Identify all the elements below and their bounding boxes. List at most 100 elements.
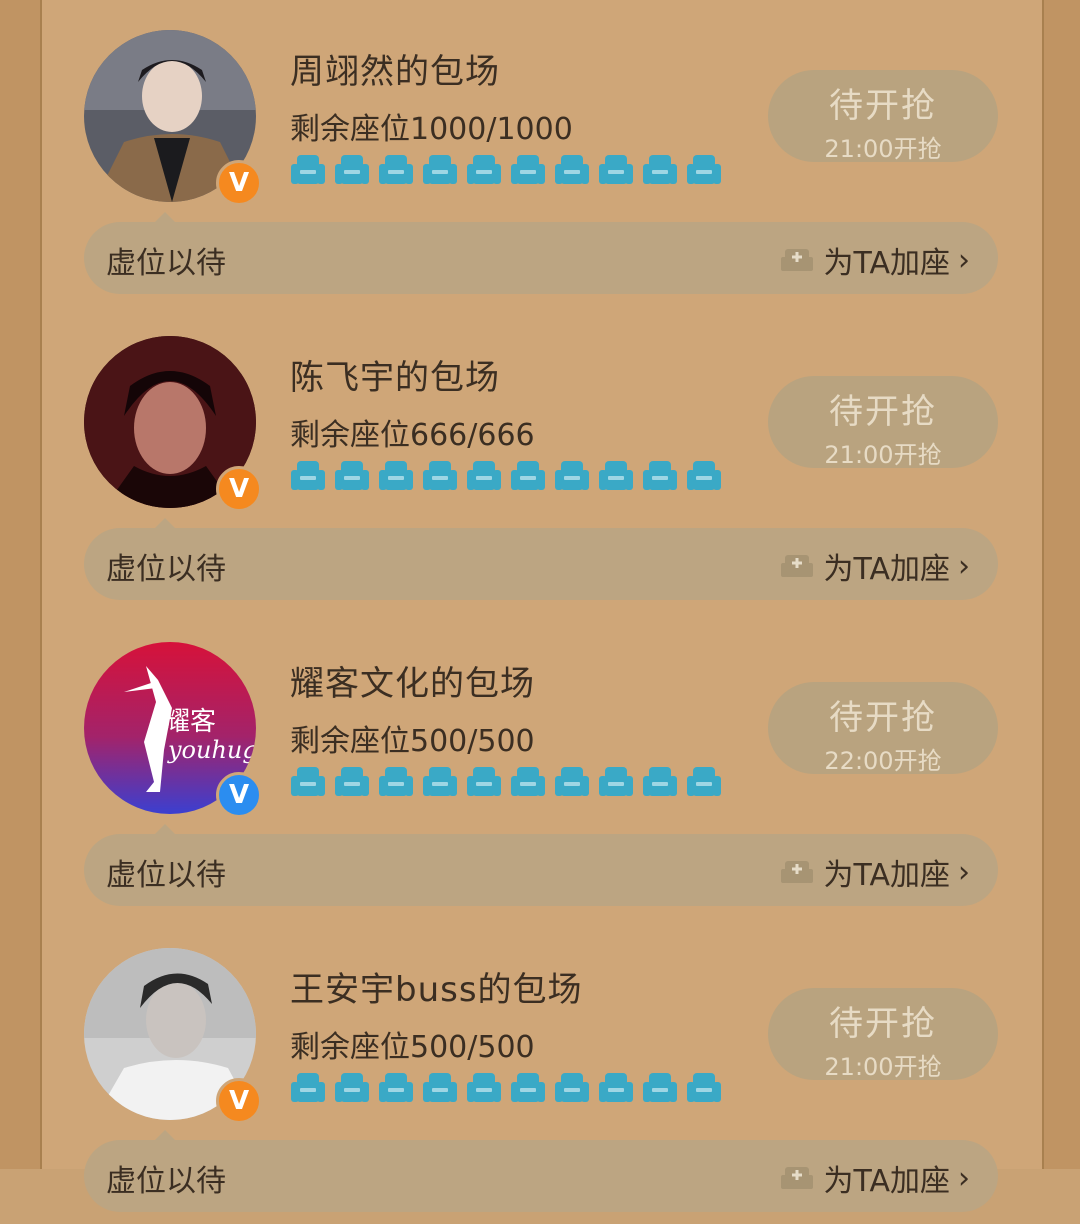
verified-v-icon: V [216, 772, 262, 818]
armchair-icon [335, 767, 369, 796]
armchair-icon [335, 1073, 369, 1102]
remaining-seats: 剩余座位1000/1000 [290, 112, 573, 147]
add-seat-label: 为TA加座 [823, 246, 950, 281]
grab-button[interactable]: 待开抢 21:00开抢 [768, 70, 998, 163]
armchair-icon [467, 461, 501, 490]
grab-button-label: 待开抢 [829, 392, 937, 432]
armchair-icon [291, 767, 325, 796]
armchair-icon [687, 461, 721, 490]
armchair-icon [555, 461, 589, 490]
grab-time: 21:00开抢 [824, 441, 942, 469]
armchair-icon [643, 461, 677, 490]
verified-v-icon: V [216, 1078, 262, 1124]
booking-card[interactable]: V 周翊然的包场 剩余座位1000/1000 待开抢 21:00开抢 虚位以待 … [42, 0, 1042, 306]
bar-left-text: 虚位以待 [106, 246, 226, 281]
armchair-icon [291, 1073, 325, 1102]
armchair-icon [423, 767, 457, 796]
armchair-icon [687, 1073, 721, 1102]
add-seat-bar[interactable]: 虚位以待 为TA加座 › [84, 834, 998, 906]
remaining-seats: 剩余座位500/500 [290, 724, 535, 759]
armchair-icon [687, 155, 721, 184]
add-seat-link[interactable]: 为TA加座 › [779, 544, 970, 588]
bar-left-text: 虚位以待 [106, 552, 226, 587]
remaining-seats: 剩余座位500/500 [290, 1030, 535, 1065]
chevron-right-icon: › [958, 548, 970, 584]
booking-card[interactable]: V 陈飞宇的包场 剩余座位666/666 待开抢 21:00开抢 虚位以待 为T… [42, 306, 1042, 612]
armchair-icon [467, 767, 501, 796]
add-seat-link[interactable]: 为TA加座 › [779, 238, 970, 282]
grab-button-label: 待开抢 [829, 698, 937, 738]
armchair-icon [599, 1073, 633, 1102]
add-seat-icon [781, 249, 814, 271]
card-title: 周翊然的包场 [290, 52, 500, 92]
armchair-icon [555, 1073, 589, 1102]
armchair-icon [511, 767, 545, 796]
card-title: 陈飞宇的包场 [290, 358, 500, 398]
armchair-icon [555, 155, 589, 184]
add-seat-bar[interactable]: 虚位以待 为TA加座 › [84, 1140, 998, 1212]
left-frame [0, 0, 42, 1169]
grab-button[interactable]: 待开抢 21:00开抢 [768, 376, 998, 469]
seat-row [290, 458, 722, 498]
add-seat-bar[interactable]: 虚位以待 为TA加座 › [84, 222, 998, 294]
grab-button-label: 待开抢 [829, 1004, 937, 1044]
grab-button[interactable]: 待开抢 22:00开抢 [768, 682, 998, 775]
armchair-icon [511, 155, 545, 184]
armchair-icon [423, 461, 457, 490]
grab-time: 21:00开抢 [824, 135, 942, 163]
add-seat-link[interactable]: 为TA加座 › [779, 1156, 970, 1200]
armchair-icon [599, 767, 633, 796]
armchair-icon [511, 1073, 545, 1102]
card-title: 王安宇buss的包场 [290, 970, 583, 1010]
add-seat-icon [781, 1167, 814, 1189]
verified-v-icon: V [216, 160, 262, 206]
armchair-icon [599, 155, 633, 184]
armchair-icon [379, 1073, 413, 1102]
card-title: 耀客文化的包场 [290, 664, 535, 704]
seat-row [290, 1070, 722, 1110]
remaining-seats: 剩余座位666/666 [290, 418, 535, 453]
add-seat-label: 为TA加座 [823, 858, 950, 893]
armchair-icon [687, 767, 721, 796]
armchair-icon [335, 461, 369, 490]
armchair-icon [423, 155, 457, 184]
booking-card[interactable]: 耀客 youhug V 耀客文化的包场 剩余座位500/500 待开抢 22:0… [42, 612, 1042, 918]
armchair-icon [511, 461, 545, 490]
add-seat-label: 为TA加座 [823, 1164, 950, 1199]
armchair-icon [643, 155, 677, 184]
armchair-icon [379, 155, 413, 184]
armchair-icon [379, 767, 413, 796]
add-seat-bar[interactable]: 虚位以待 为TA加座 › [84, 528, 998, 600]
right-frame [1042, 0, 1080, 1169]
grab-button[interactable]: 待开抢 21:00开抢 [768, 988, 998, 1081]
grab-button-label: 待开抢 [829, 86, 937, 126]
armchair-icon [379, 461, 413, 490]
add-seat-icon [781, 555, 814, 577]
armchair-icon [643, 767, 677, 796]
add-seat-link[interactable]: 为TA加座 › [779, 850, 970, 894]
armchair-icon [643, 1073, 677, 1102]
add-seat-icon [781, 861, 814, 883]
armchair-icon [467, 155, 501, 184]
grab-time: 22:00开抢 [824, 747, 942, 775]
chevron-right-icon: › [958, 242, 970, 278]
add-seat-label: 为TA加座 [823, 552, 950, 587]
armchair-icon [423, 1073, 457, 1102]
bar-left-text: 虚位以待 [106, 858, 226, 893]
booking-card[interactable]: V 王安宇buss的包场 剩余座位500/500 待开抢 21:00开抢 虚位以… [42, 918, 1042, 1224]
svg-text:耀客: 耀客 [164, 707, 216, 737]
armchair-icon [335, 155, 369, 184]
verified-v-icon: V [216, 466, 262, 512]
grab-time: 21:00开抢 [824, 1053, 942, 1081]
bar-left-text: 虚位以待 [106, 1164, 226, 1199]
armchair-icon [555, 767, 589, 796]
chevron-right-icon: › [958, 854, 970, 890]
booking-list: V 周翊然的包场 剩余座位1000/1000 待开抢 21:00开抢 虚位以待 … [42, 0, 1042, 1212]
armchair-icon [291, 155, 325, 184]
seat-row [290, 152, 722, 192]
armchair-icon [599, 461, 633, 490]
armchair-icon [467, 1073, 501, 1102]
armchair-icon [291, 461, 325, 490]
seat-row [290, 764, 722, 804]
chevron-right-icon: › [958, 1160, 970, 1196]
